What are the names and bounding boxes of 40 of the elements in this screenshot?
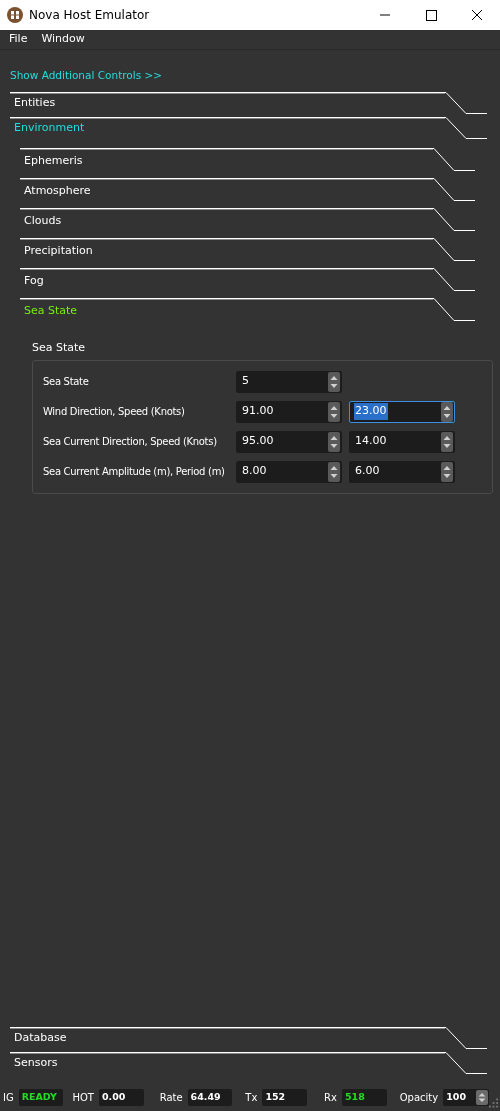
section-header[interactable]: Entities [10,92,487,117]
section-header[interactable]: Ephemeris [20,148,475,178]
group-title: Sea State [32,341,86,354]
resize-grip-icon[interactable] [488,1098,498,1108]
section-header[interactable]: Clouds [20,208,475,238]
status-field: 64.49 [187,1088,233,1106]
section-header[interactable]: Sensors [10,1052,487,1077]
field-label: Sea Current Direction, Speed (Knots) [43,434,218,449]
status-label: HOT [72,1090,94,1105]
status-label: IG [3,1090,14,1105]
section-header[interactable]: Environment [10,117,487,142]
spin-box[interactable]: 8.00 [236,460,342,483]
field-label: Sea State [43,374,90,389]
status-field: 0.00 [98,1088,144,1106]
section-header[interactable]: Sea State [20,298,475,328]
status-field: 152 [262,1088,308,1106]
section-header[interactable]: Precipitation [20,238,475,268]
show-controls-link[interactable]: Show Additional Controls >> [10,69,163,81]
status-label: Opacity [399,1090,439,1105]
spin-box[interactable]: 23.00 [349,400,455,423]
app-icon [7,7,23,23]
spin-box[interactable]: 6.00 [349,460,455,483]
spin-box[interactable]: 100 [443,1088,489,1106]
section-header[interactable]: Fog [20,268,475,298]
status-field: 518 [342,1088,387,1106]
menu-item[interactable]: Window [41,31,85,48]
field-label: Wind Direction, Speed (Knots) [43,404,186,419]
spin-box[interactable]: 95.00 [236,430,342,453]
spin-box[interactable]: 91.00 [236,400,342,423]
window-title: Nova Host Emulator [29,7,150,24]
section-header[interactable]: Database [10,1027,487,1052]
spin-box[interactable]: 14.00 [349,430,455,453]
status-field: READY [18,1088,64,1106]
spin-box[interactable]: 5 [236,370,342,393]
status-label: Rx [324,1090,337,1105]
field-label: Sea Current Amplitude (m), Period (m) [43,464,226,479]
menu-item[interactable]: File [9,31,28,48]
section-header[interactable]: Atmosphere [20,178,475,208]
status-label: Tx [245,1090,258,1105]
status-label: Rate [159,1090,183,1105]
